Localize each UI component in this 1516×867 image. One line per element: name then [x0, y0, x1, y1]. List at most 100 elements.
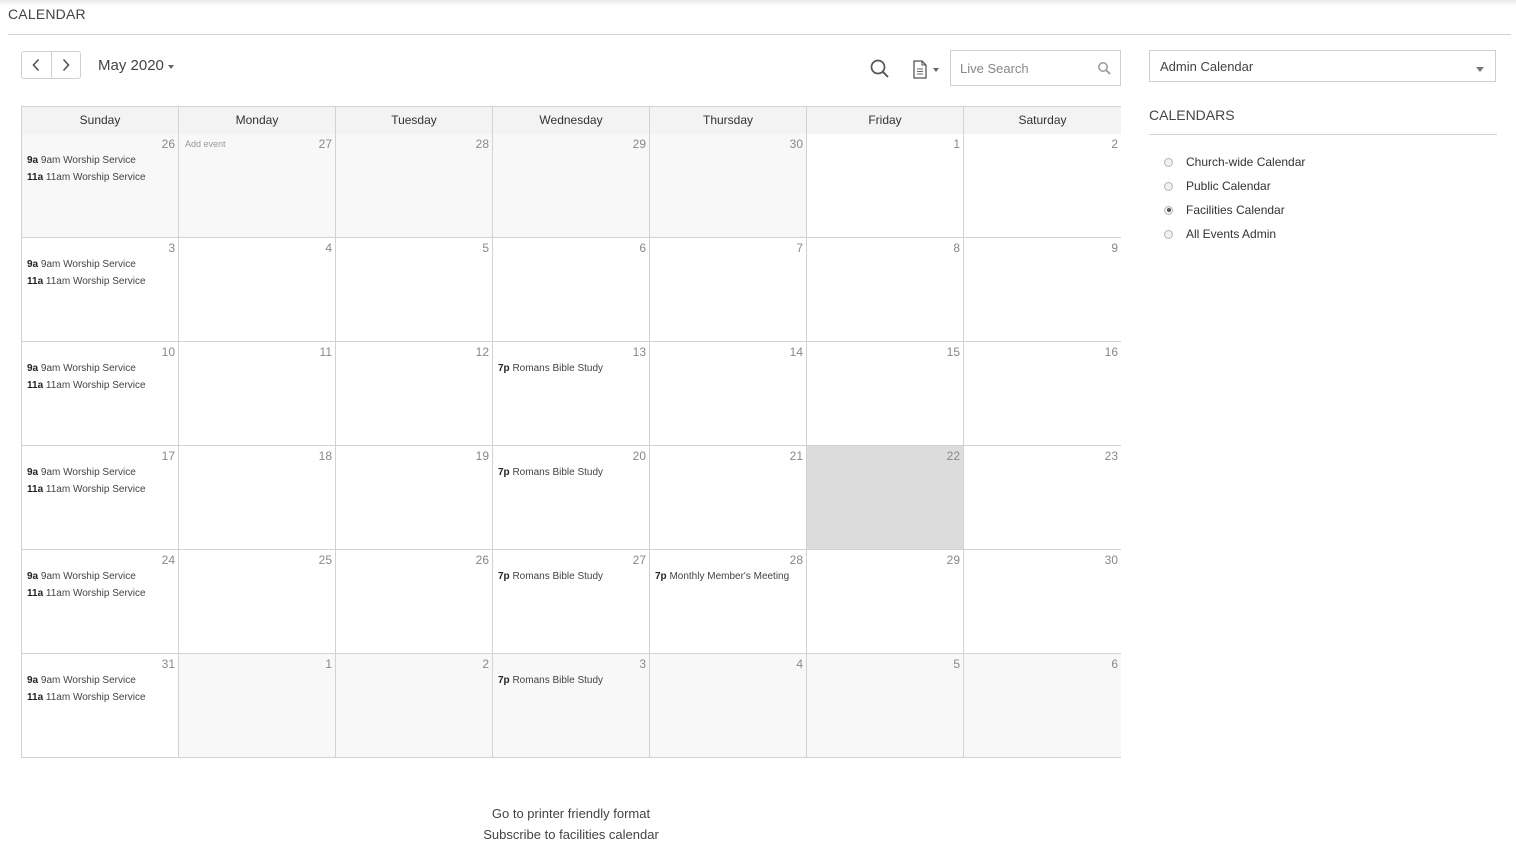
day-cell[interactable]: 13 7p Romans Bible Study: [493, 342, 650, 446]
prev-month-button[interactable]: [22, 52, 51, 78]
day-cell[interactable]: 26: [336, 550, 493, 654]
calendar-option-label: Church-wide Calendar: [1186, 155, 1306, 169]
event-item[interactable]: 11a 11am Worship Service: [27, 379, 174, 396]
calendar-option-facilities[interactable]: Facilities Calendar: [1164, 198, 1305, 222]
printer-friendly-link[interactable]: Go to printer friendly format: [475, 803, 667, 824]
day-cell[interactable]: 2: [964, 134, 1121, 238]
day-cell[interactable]: 26 9a 9am Worship Service 11a 11am Worship…: [22, 134, 179, 238]
day-cell[interactable]: 3 7p Romans Bible Study: [493, 654, 650, 758]
event-item[interactable]: 7p Romans Bible Study: [498, 466, 645, 483]
day-cell[interactable]: 3 9a 9am Worship Service 11a 11am Worship …: [22, 238, 179, 342]
day-number: 5: [482, 241, 489, 255]
day-cell[interactable]: 12: [336, 342, 493, 446]
caret-down-icon: [1476, 67, 1484, 72]
event-list: 9a 9am Worship Service 11a 11am Worship S…: [27, 570, 174, 604]
event-item[interactable]: 11a 11am Worship Service: [27, 483, 174, 500]
day-cell[interactable]: 20 7p Romans Bible Study: [493, 446, 650, 550]
day-cell[interactable]: 28: [336, 134, 493, 238]
day-cell[interactable]: 21: [650, 446, 807, 550]
day-cell[interactable]: 23: [964, 446, 1121, 550]
week-row: 26 9a 9am Worship Service 11a 11am Worship…: [22, 134, 1121, 238]
day-cell[interactable]: 6: [964, 654, 1121, 758]
event-time: 7p: [498, 675, 510, 686]
day-cell[interactable]: 30: [964, 550, 1121, 654]
day-cell[interactable]: 30: [650, 134, 807, 238]
event-title: Romans Bible Study: [512, 675, 604, 686]
search-icon[interactable]: [1097, 61, 1112, 76]
day-number: 2: [482, 657, 489, 671]
export-dropdown-button[interactable]: [912, 58, 946, 80]
event-item[interactable]: 11a 11am Worship Service: [27, 691, 174, 708]
day-cell[interactable]: 9: [964, 238, 1121, 342]
month-dropdown[interactable]: May 2020: [98, 57, 174, 74]
event-item[interactable]: 7p Romans Bible Study: [498, 674, 645, 691]
day-cell[interactable]: 28 7p Monthly Member's Meeting: [650, 550, 807, 654]
day-cell[interactable]: 19: [336, 446, 493, 550]
event-item[interactable]: 11a 11am Worship Service: [27, 171, 174, 188]
day-cell[interactable]: 4: [179, 238, 336, 342]
day-cell[interactable]: 24 9a 9am Worship Service 11a 11am Worship…: [22, 550, 179, 654]
radio-button[interactable]: [1164, 229, 1173, 239]
day-cell[interactable]: 6: [493, 238, 650, 342]
event-item[interactable]: 9a 9am Worship Service: [27, 154, 174, 171]
day-cell[interactable]: 2: [336, 654, 493, 758]
day-cell[interactable]: 5: [807, 654, 964, 758]
day-number: 28: [475, 137, 489, 151]
event-item[interactable]: 11a 11am Worship Service: [27, 275, 174, 292]
live-search-input[interactable]: [951, 51, 1100, 85]
day-cell[interactable]: 14: [650, 342, 807, 446]
day-cell[interactable]: 5: [336, 238, 493, 342]
day-cell[interactable]: 29: [807, 550, 964, 654]
day-number: 15: [946, 345, 960, 359]
day-cell[interactable]: 25: [179, 550, 336, 654]
day-cell[interactable]: 16: [964, 342, 1121, 446]
event-list: 9a 9am Worship Service 11a 11am Worship S…: [27, 362, 174, 396]
event-time: 7p: [498, 571, 510, 582]
day-cell[interactable]: 10 9a 9am Worship Service 11a 11am Worship…: [22, 342, 179, 446]
day-cell[interactable]: 29: [493, 134, 650, 238]
radio-button-selected[interactable]: [1164, 205, 1173, 215]
day-cell[interactable]: 8: [807, 238, 964, 342]
day-cell[interactable]: 27 7p Romans Bible Study: [493, 550, 650, 654]
event-item[interactable]: 7p Monthly Member's Meeting: [655, 570, 802, 587]
weekday-header: Saturday: [964, 107, 1121, 135]
radio-button[interactable]: [1164, 157, 1173, 167]
day-cell[interactable]: 7: [650, 238, 807, 342]
add-event-link[interactable]: Add event: [185, 139, 226, 149]
event-item[interactable]: 11a 11am Worship Service: [27, 587, 174, 604]
event-title: 9am Worship Service: [40, 467, 136, 478]
day-cell[interactable]: 15: [807, 342, 964, 446]
search-icon: [870, 59, 889, 78]
event-item[interactable]: 9a 9am Worship Service: [27, 362, 174, 379]
day-number: 26: [475, 553, 489, 567]
calendar-option-all-events-admin[interactable]: All Events Admin: [1164, 222, 1305, 246]
subscribe-calendar-link[interactable]: Subscribe to facilities calendar: [475, 824, 667, 845]
day-cell[interactable]: 1: [179, 654, 336, 758]
day-cell-today[interactable]: 22: [807, 446, 964, 550]
calendar-option-church-wide[interactable]: Church-wide Calendar: [1164, 150, 1305, 174]
event-item[interactable]: 7p Romans Bible Study: [498, 362, 645, 379]
event-title: 11am Worship Service: [45, 276, 146, 287]
event-item[interactable]: 9a 9am Worship Service: [27, 570, 174, 587]
calendar-select[interactable]: Admin Calendar: [1149, 50, 1496, 82]
next-month-button[interactable]: [50, 52, 81, 78]
day-cell[interactable]: 17 9a 9am Worship Service 11a 11am Worship…: [22, 446, 179, 550]
event-item[interactable]: 9a 9am Worship Service: [27, 466, 174, 483]
search-button[interactable]: [868, 57, 892, 81]
event-item[interactable]: 9a 9am Worship Service: [27, 674, 174, 691]
day-cell[interactable]: 18: [179, 446, 336, 550]
day-cell[interactable]: 11: [179, 342, 336, 446]
day-cell[interactable]: 4: [650, 654, 807, 758]
event-title: 9am Worship Service: [40, 363, 136, 374]
radio-button[interactable]: [1164, 181, 1173, 191]
weekday-header: Sunday: [22, 107, 179, 135]
day-cell[interactable]: 27 Add event: [179, 134, 336, 238]
day-number: 1: [325, 657, 332, 671]
event-item[interactable]: 7p Romans Bible Study: [498, 570, 645, 587]
day-cell[interactable]: 1: [807, 134, 964, 238]
event-item[interactable]: 9a 9am Worship Service: [27, 258, 174, 275]
caret-down-icon: [167, 64, 174, 69]
day-cell[interactable]: 31 9a 9am Worship Service 11a 11am Worship…: [22, 654, 179, 758]
calendar-option-public[interactable]: Public Calendar: [1164, 174, 1305, 198]
weekday-header: Wednesday: [493, 107, 650, 135]
